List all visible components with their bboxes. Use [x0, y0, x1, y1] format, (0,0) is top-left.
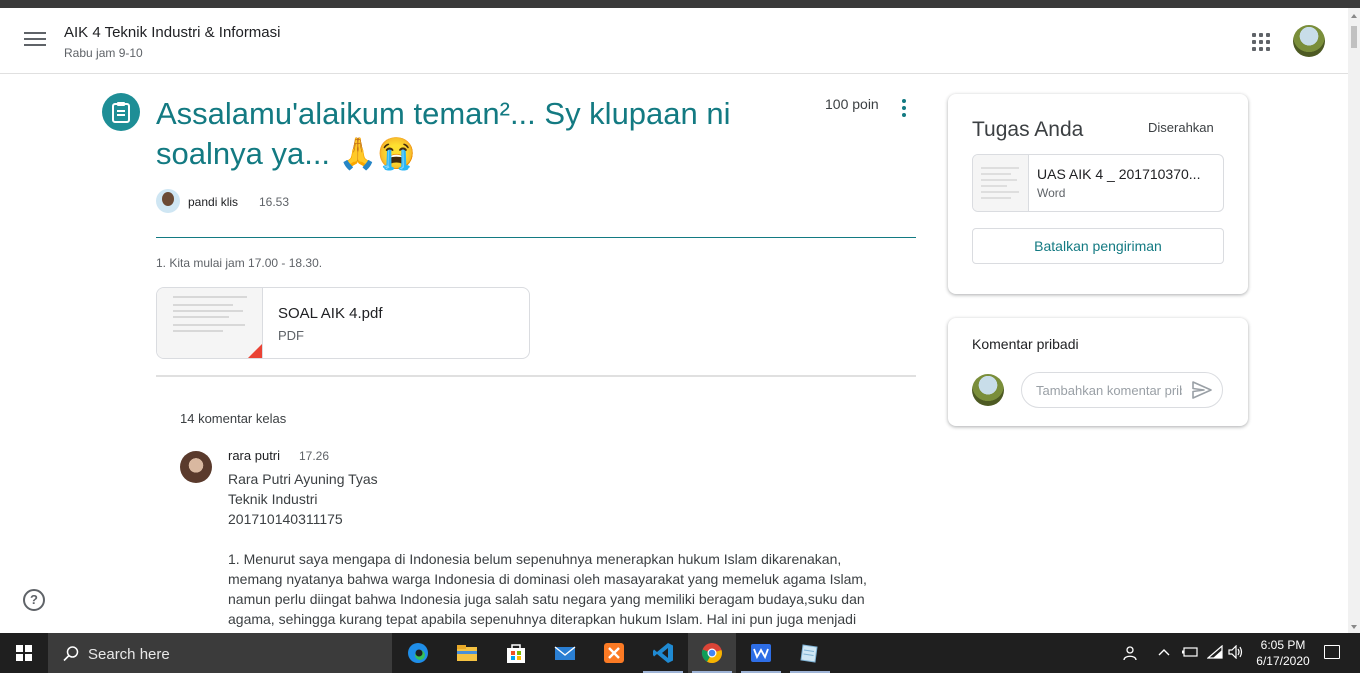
- chrome-icon: [701, 643, 722, 664]
- taskbar: Search here 6:05 PM 6/17/2020: [0, 633, 1360, 673]
- author-name: pandi klis: [188, 195, 239, 209]
- send-icon[interactable]: [1191, 380, 1213, 400]
- battery-icon[interactable]: [1181, 645, 1199, 659]
- comments-divider: [156, 375, 916, 377]
- help-icon[interactable]: ?: [23, 589, 45, 611]
- pdf-attachment[interactable]: SOAL AIK 4.pdf PDF: [156, 287, 530, 359]
- volume-icon[interactable]: [1228, 645, 1244, 659]
- post-time: 16.53: [259, 195, 290, 209]
- vscode-icon: [653, 643, 673, 663]
- people-icon[interactable]: [1121, 645, 1137, 661]
- taskbar-search-label: Search here: [88, 646, 170, 663]
- private-comments-card: Komentar pribadi: [948, 318, 1248, 426]
- clock-date: 6/17/2020: [1256, 654, 1310, 668]
- header-divider: [156, 237, 916, 238]
- assignment-icon: [102, 93, 140, 131]
- submission-status: Diserahkan: [1148, 120, 1214, 135]
- mail-app[interactable]: [541, 633, 589, 673]
- notes-app[interactable]: [786, 633, 834, 673]
- mail-icon: [554, 646, 576, 660]
- submitted-file-type: Word: [1037, 186, 1066, 200]
- menu-icon[interactable]: [24, 32, 46, 50]
- your-work-card: Tugas Anda Diserahkan UAS AIK 4 _ 201710…: [948, 94, 1248, 294]
- file-explorer-app[interactable]: [443, 633, 491, 673]
- clock-time: 6:05 PM: [1260, 638, 1306, 652]
- submitted-file-name: UAS AIK 4 _ 201710370...: [1037, 166, 1201, 182]
- wps-app[interactable]: [737, 633, 785, 673]
- comment-author: rara putri: [228, 448, 281, 463]
- page-scrollbar[interactable]: [1348, 8, 1360, 633]
- account-avatar[interactable]: [1293, 25, 1325, 57]
- store-app[interactable]: [492, 633, 540, 673]
- my-avatar: [972, 374, 1004, 406]
- edge-app[interactable]: [394, 633, 442, 673]
- app-bar: AIK 4 Teknik Industri & Informasi Rabu j…: [0, 8, 1348, 74]
- xampp-icon: [604, 643, 624, 663]
- scroll-up-icon[interactable]: [1351, 14, 1357, 18]
- scrollbar-thumb[interactable]: [1351, 26, 1357, 48]
- more-vert-icon[interactable]: [899, 99, 909, 117]
- attachment-type: PDF: [278, 328, 304, 343]
- class-title[interactable]: AIK 4 Teknik Industri & Informasi: [64, 24, 280, 41]
- search-icon: [63, 646, 79, 662]
- instructions: 1. Kita mulai jam 17.00 - 18.30.: [156, 256, 323, 270]
- submitted-file[interactable]: UAS AIK 4 _ 201710370... Word: [972, 154, 1224, 212]
- pdf-corner-icon: [246, 344, 262, 358]
- taskbar-clock[interactable]: 6:05 PM 6/17/2020: [1250, 637, 1316, 669]
- your-work-title: Tugas Anda: [972, 118, 1084, 141]
- chrome-app[interactable]: [688, 633, 736, 673]
- wps-writer-icon: [751, 644, 771, 662]
- comment-time: 17.26: [299, 449, 330, 463]
- word-thumbnail: [973, 155, 1029, 211]
- comment-text: Rara Putri Ayuning Tyas Teknik Industri …: [228, 471, 867, 627]
- taskbar-search[interactable]: Search here: [48, 633, 392, 673]
- private-comments-title: Komentar pribadi: [972, 336, 1079, 352]
- apps-icon[interactable]: [1252, 33, 1270, 51]
- class-comments-count[interactable]: 14 komentar kelas: [180, 411, 286, 426]
- vscode-app[interactable]: [639, 633, 687, 673]
- scroll-down-icon[interactable]: [1351, 625, 1357, 629]
- notes-icon: [800, 644, 818, 663]
- class-subtitle: Rabu jam 9-10: [64, 46, 143, 60]
- chevron-up-icon[interactable]: [1158, 648, 1170, 656]
- folder-icon: [457, 645, 477, 661]
- comment-avatar: [180, 451, 212, 483]
- store-icon: [507, 644, 525, 663]
- notification-icon[interactable]: [1324, 645, 1340, 659]
- wifi-icon[interactable]: [1207, 645, 1223, 659]
- attachment-name: SOAL AIK 4.pdf: [278, 305, 383, 322]
- post-title: Assalamu'alaikum teman²... Sy klupaan ni…: [156, 96, 731, 171]
- unsubmit-button[interactable]: Batalkan pengiriman: [972, 228, 1224, 264]
- windows-icon[interactable]: [0, 633, 48, 673]
- window-top-strip: [0, 0, 1360, 8]
- author-avatar: [156, 189, 180, 213]
- points-label: 100 poin: [825, 96, 879, 112]
- xampp-app[interactable]: [590, 633, 638, 673]
- edge-icon: [408, 643, 428, 663]
- pdf-thumbnail: [157, 288, 263, 358]
